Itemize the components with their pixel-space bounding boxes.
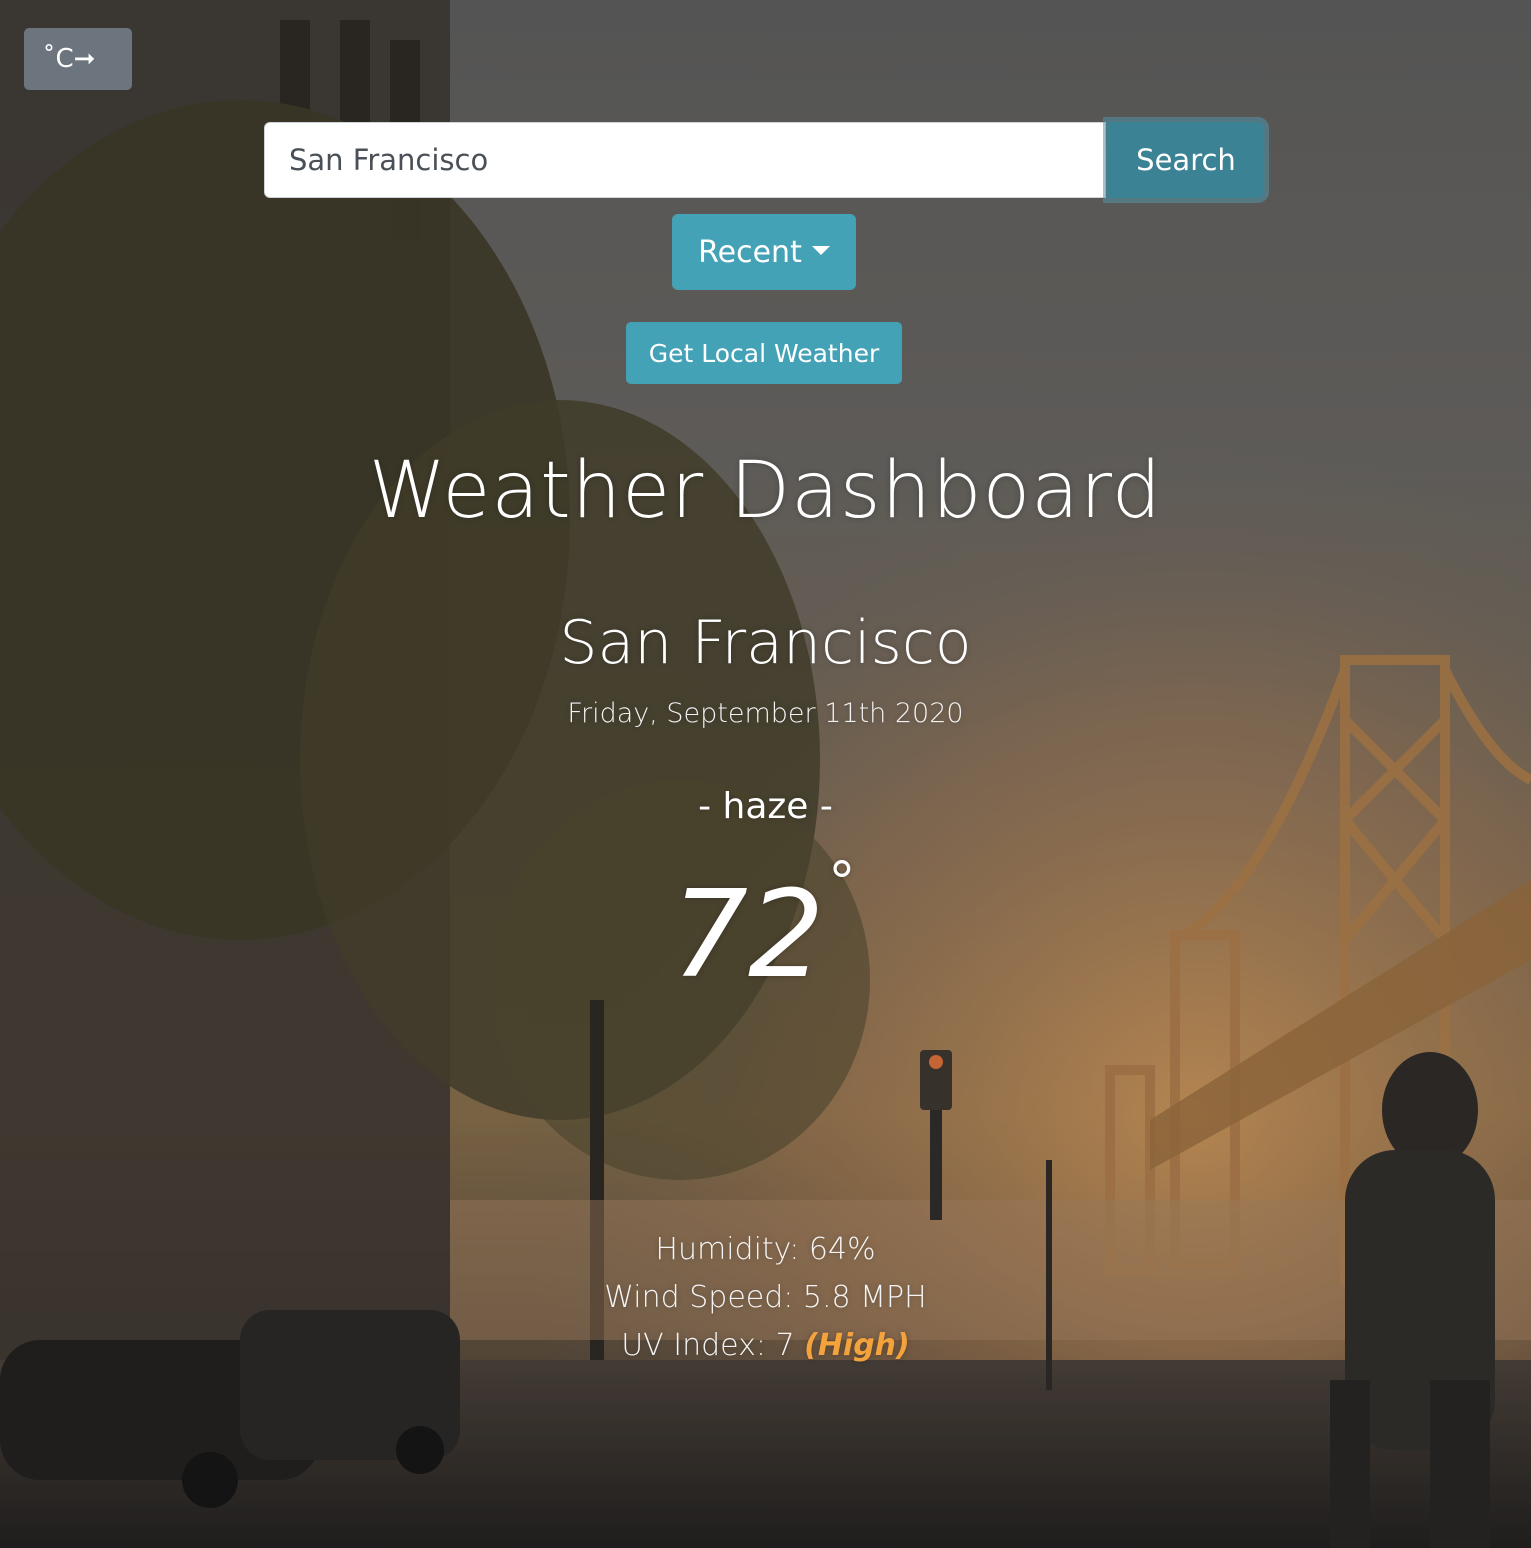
search-input[interactable] bbox=[264, 122, 1106, 198]
uv-level-badge: (High) bbox=[804, 1328, 910, 1363]
temperature-value: 72 bbox=[671, 866, 825, 1005]
search-form: Search bbox=[264, 122, 1268, 198]
uv-index-stat: UV Index: 7 (High) bbox=[0, 1328, 1531, 1363]
unit-toggle-label: ˚C➞ bbox=[42, 44, 96, 74]
chevron-down-icon bbox=[811, 245, 830, 255]
uv-index-value: UV Index: 7 bbox=[621, 1328, 795, 1363]
get-local-weather-button[interactable]: Get Local Weather bbox=[626, 322, 902, 384]
humidity-stat: Humidity: 64% bbox=[655, 1232, 876, 1267]
unit-toggle-button[interactable]: ˚C➞ bbox=[24, 28, 132, 90]
weather-condition: - haze - bbox=[698, 786, 833, 827]
get-local-weather-label: Get Local Weather bbox=[648, 338, 880, 368]
search-button[interactable]: Search bbox=[1108, 122, 1264, 198]
current-date: Friday, September 11th 2020 bbox=[567, 698, 964, 729]
city-name: San Francisco bbox=[559, 608, 972, 678]
recent-dropdown-button[interactable]: Recent bbox=[672, 214, 856, 290]
page-title: Weather Dashboard bbox=[368, 446, 1163, 536]
recent-label: Recent bbox=[698, 234, 802, 270]
temperature-display: 72˚ bbox=[0, 856, 1531, 1005]
degree-symbol: ˚ bbox=[824, 856, 860, 938]
wind-speed-stat: Wind Speed: 5.8 MPH bbox=[604, 1280, 927, 1315]
